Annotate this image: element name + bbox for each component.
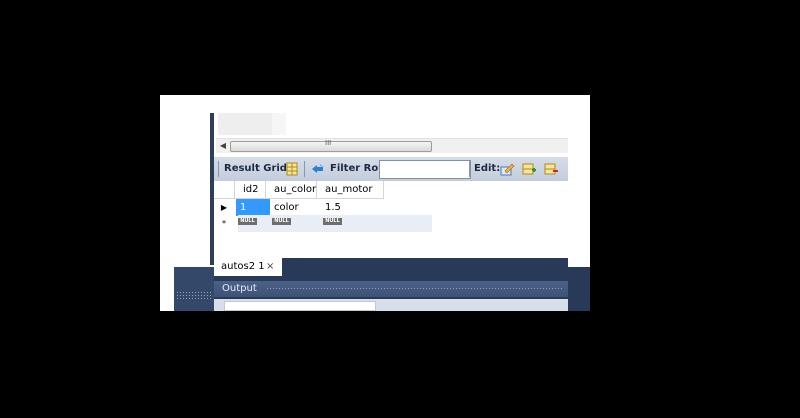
cell-au-color[interactable]: color <box>270 199 318 216</box>
null-badge[interactable]: NULL <box>238 218 257 225</box>
output-toolbar <box>224 301 376 311</box>
horizontal-scrollbar[interactable]: ◀ III <box>216 138 568 153</box>
output-panel-header[interactable]: Output <box>214 281 568 297</box>
toolbar-separator <box>469 161 470 177</box>
toolbar-separator <box>218 161 219 177</box>
scrollbar-grip: III <box>325 139 332 147</box>
result-grid[interactable]: id2 au_color au_motor ▶ 1 color 1.5 * NU… <box>214 181 568 265</box>
filter-rows-input[interactable] <box>379 160 471 179</box>
tab-label: autos2 1 <box>221 261 265 272</box>
result-grid-label[interactable]: Result Grid <box>224 163 287 174</box>
insert-row-icon[interactable] <box>521 161 537 177</box>
panel-grip <box>266 287 562 291</box>
editor-area <box>218 113 272 135</box>
null-badge[interactable]: NULL <box>323 218 342 225</box>
panel-grip <box>176 291 212 299</box>
refresh-arrows-icon[interactable] <box>310 161 326 177</box>
editor-area-edge <box>272 113 286 135</box>
close-icon[interactable]: × <box>266 258 274 276</box>
column-header-id2[interactable]: id2 <box>235 181 266 199</box>
scrollbar-thumb[interactable]: III <box>230 139 432 152</box>
result-tab-strip: autos2 1 × <box>214 258 568 276</box>
cell-au-motor[interactable]: 1.5 <box>321 199 375 216</box>
scroll-left-arrow-icon[interactable]: ◀ <box>218 140 228 152</box>
screenshot-frame: ◀ III Result Grid Filter Rows: Edit: id2… <box>160 95 590 311</box>
new-row-indicator-icon: * <box>222 219 226 228</box>
column-header-au-color[interactable]: au_color <box>266 181 317 199</box>
null-badge[interactable]: NULL <box>272 218 291 225</box>
result-tab-autos2-1[interactable]: autos2 1 × <box>214 258 282 276</box>
row-header-corner <box>214 181 235 199</box>
edit-cell-icon[interactable] <box>499 161 515 177</box>
column-header-au-motor[interactable]: au_motor <box>317 181 384 199</box>
side-panel-edge <box>174 267 214 311</box>
delete-row-icon[interactable] <box>543 161 559 177</box>
grid-view-icon[interactable] <box>284 161 300 177</box>
output-label: Output <box>222 283 257 294</box>
output-panel <box>214 299 568 311</box>
edit-label: Edit: <box>474 163 501 174</box>
result-grid-toolbar: Result Grid Filter Rows: Edit: <box>214 157 568 182</box>
row-indicator-icon: ▶ <box>220 203 228 212</box>
toolbar-separator <box>304 161 305 177</box>
cell-id2[interactable]: 1 <box>236 199 270 216</box>
